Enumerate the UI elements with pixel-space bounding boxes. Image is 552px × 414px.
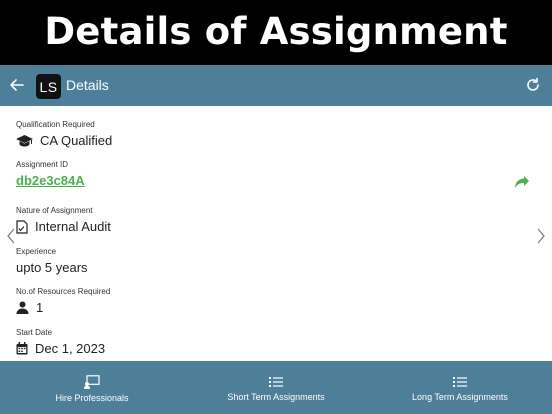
user-icon <box>16 301 29 314</box>
resources-field: No.of Resources Required 1 <box>16 287 110 315</box>
graduation-cap-icon <box>16 134 33 146</box>
assignment-id-link[interactable]: db2e3c84A <box>16 173 85 188</box>
tab-label: Short Term Assignments <box>227 392 325 402</box>
tab-long-term-assignments[interactable]: Long Term Assignments <box>368 364 552 414</box>
tab-short-term-assignments[interactable]: Short Term Assignments <box>184 364 368 414</box>
calendar-icon <box>16 342 28 355</box>
tab-hire-professionals[interactable]: Hire Professionals <box>0 364 184 414</box>
list-icon <box>453 377 467 387</box>
bottom-navigation: Hire Professionals Short Term Assignment… <box>0 364 552 414</box>
chevron-right-icon <box>537 228 545 244</box>
experience-value: upto 5 years <box>16 260 88 275</box>
hire-professionals-icon <box>84 375 100 389</box>
experience-label: Experience <box>16 247 57 256</box>
chevron-left-icon <box>7 228 15 244</box>
refresh-button[interactable] <box>523 75 543 95</box>
app-logo: LS <box>36 74 61 99</box>
next-arrow[interactable] <box>536 228 546 244</box>
nature-label: Nature of Assignment <box>16 206 93 215</box>
assignment-id-label: Assignment ID <box>16 160 69 169</box>
qualification-label: Qualification Required <box>16 120 95 129</box>
qualification-value: CA Qualified <box>40 133 113 148</box>
app-screen: LS Details Qualification Required CA Qua… <box>0 65 552 414</box>
arrow-left-icon <box>10 79 24 91</box>
experience-field: Experience upto 5 years <box>16 247 88 275</box>
nature-value: Internal Audit <box>35 219 111 234</box>
page-title: Details <box>66 77 109 93</box>
resources-value: 1 <box>36 300 44 315</box>
details-card: Qualification Required CA Qualified Assi… <box>0 106 552 361</box>
nature-field: Nature of Assignment Internal Audit <box>16 206 111 234</box>
banner-title: Details of Assignment <box>0 0 552 63</box>
resources-label: No.of Resources Required <box>16 287 111 296</box>
qualification-field: Qualification Required CA Qualified <box>16 120 112 148</box>
refresh-icon <box>527 77 539 91</box>
app-bar: LS Details <box>0 65 552 105</box>
tab-label: Hire Professionals <box>55 393 129 403</box>
back-button[interactable] <box>7 75 27 95</box>
document-icon <box>16 219 28 234</box>
list-icon <box>269 377 283 387</box>
assignment-id-field: Assignment ID db2e3c84A <box>16 160 85 190</box>
start-date-field: Start Date Dec 1, 2023 <box>16 328 105 356</box>
start-date-value: Dec 1, 2023 <box>35 341 106 356</box>
start-date-label: Start Date <box>16 328 53 337</box>
share-button[interactable] <box>514 175 530 191</box>
tab-label: Long Term Assignments <box>412 392 508 402</box>
previous-arrow[interactable] <box>6 228 16 244</box>
share-icon <box>515 176 529 188</box>
